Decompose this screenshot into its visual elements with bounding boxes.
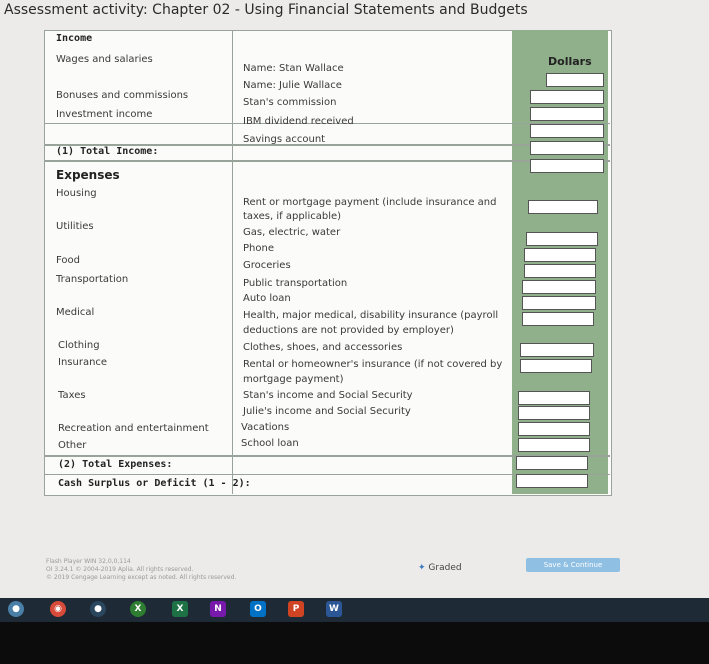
expense-category: Medical — [56, 307, 95, 318]
dividend-input[interactable] — [530, 124, 604, 138]
total-income-input[interactable] — [530, 159, 604, 173]
income-category: Wages and salaries — [56, 54, 153, 65]
expense-category: Housing — [56, 188, 97, 199]
clothing-input[interactable] — [520, 343, 594, 357]
income-category: Bonuses and commissions — [56, 90, 189, 101]
housing-input[interactable] — [528, 200, 598, 214]
copyright-aplia: OI 3.24.1 © 2004-2019 Aplia. All rights … — [46, 566, 194, 573]
income-category: Investment income — [56, 109, 153, 120]
public-transportation-input[interactable] — [522, 280, 596, 294]
stan-taxes-input[interactable] — [518, 391, 590, 405]
medical-input[interactable] — [522, 312, 594, 326]
expense-detail: Auto loan — [243, 293, 291, 304]
onenote-icon[interactable]: N — [210, 601, 226, 617]
income-detail: Name: Julie Wallace — [243, 80, 342, 91]
expense-detail: Julie's income and Social Security — [243, 406, 411, 417]
expense-detail: Vacations — [241, 422, 290, 433]
phone-input[interactable] — [524, 248, 596, 262]
steam-icon[interactable]: ● — [90, 601, 106, 617]
insurance-input[interactable] — [520, 359, 592, 373]
expense-category: Recreation and entertainment — [58, 423, 209, 434]
wages-stan-input[interactable] — [546, 73, 604, 87]
outlook-icon[interactable]: O — [250, 601, 266, 617]
taskbar — [0, 598, 709, 622]
expense-detail: Public transportation — [243, 278, 348, 289]
income-heading: Income — [56, 33, 93, 44]
expense-category: Utilities — [56, 221, 94, 232]
graded-indicator: ✦ Graded — [418, 563, 462, 573]
income-detail: Name: Stan Wallace — [243, 63, 344, 74]
expenses-heading: Expenses — [56, 168, 120, 182]
utilities-input[interactable] — [526, 232, 598, 246]
total-expenses-label: (2) Total Expenses: — [58, 459, 173, 470]
expense-detail: mortgage payment) — [243, 374, 344, 385]
julie-taxes-input[interactable] — [518, 406, 590, 420]
excel-icon[interactable]: X — [172, 601, 188, 617]
expense-category: Transportation — [56, 274, 129, 285]
xbox-icon[interactable]: X — [130, 601, 146, 617]
income-detail: Stan's commission — [243, 97, 337, 108]
expense-detail: deductions are not provided by employer) — [243, 325, 454, 336]
expense-category: Insurance — [58, 357, 108, 368]
total-expenses-input[interactable] — [516, 456, 588, 470]
commission-input[interactable] — [530, 107, 604, 121]
savings-interest-input[interactable] — [530, 141, 604, 155]
expense-detail: taxes, if applicable) — [243, 211, 342, 222]
income-detail: Savings account — [243, 134, 326, 145]
expense-detail: Clothes, shoes, and accessories — [243, 342, 403, 353]
total-income-label: (1) Total Income: — [56, 146, 159, 157]
powerpoint-icon[interactable]: P — [288, 601, 304, 617]
expense-detail: Groceries — [243, 260, 291, 271]
flash-version: Flash Player WIN 32,0,0,114 — [46, 558, 131, 565]
save-continue-button[interactable]: Save & Continue — [526, 558, 620, 572]
expense-detail: Rent or mortgage payment (include insura… — [243, 197, 497, 208]
expense-category: Clothing — [58, 340, 100, 351]
expense-detail: Phone — [243, 243, 274, 254]
monitor-bezel — [0, 622, 709, 664]
vacations-input[interactable] — [518, 422, 590, 436]
expenses-separator — [44, 160, 610, 162]
wages-julie-input[interactable] — [530, 90, 604, 104]
dollars-header: Dollars — [548, 55, 592, 68]
chrome-icon[interactable]: ◉ — [50, 601, 66, 617]
surplus-input[interactable] — [516, 474, 588, 488]
windows-icon[interactable]: ● — [8, 601, 24, 617]
copyright-cengage: © 2019 Cengage Learning except as noted.… — [46, 574, 237, 581]
expense-detail: Gas, electric, water — [243, 227, 341, 238]
school-loan-input[interactable] — [518, 438, 590, 452]
expense-category: Other — [58, 440, 87, 451]
surplus-label: Cash Surplus or Deficit (1 - 2): — [58, 478, 251, 489]
expense-category: Food — [56, 255, 80, 266]
column-divider — [232, 30, 233, 494]
window-title: Assessment activity: Chapter 02 - Using … — [4, 2, 528, 18]
graded-label: Graded — [428, 563, 462, 573]
graded-icon: ✦ — [418, 563, 426, 573]
income-detail: IBM dividend received — [243, 116, 354, 127]
auto-loan-input[interactable] — [522, 296, 596, 310]
expense-category: Taxes — [58, 390, 86, 401]
expense-detail: Stan's income and Social Security — [243, 390, 413, 401]
expense-detail: School loan — [241, 438, 299, 449]
word-icon[interactable]: W — [326, 601, 342, 617]
groceries-input[interactable] — [524, 264, 596, 278]
expense-detail: Rental or homeowner's insurance (if not … — [243, 359, 503, 370]
expense-detail: Health, major medical, disability insura… — [243, 310, 499, 321]
